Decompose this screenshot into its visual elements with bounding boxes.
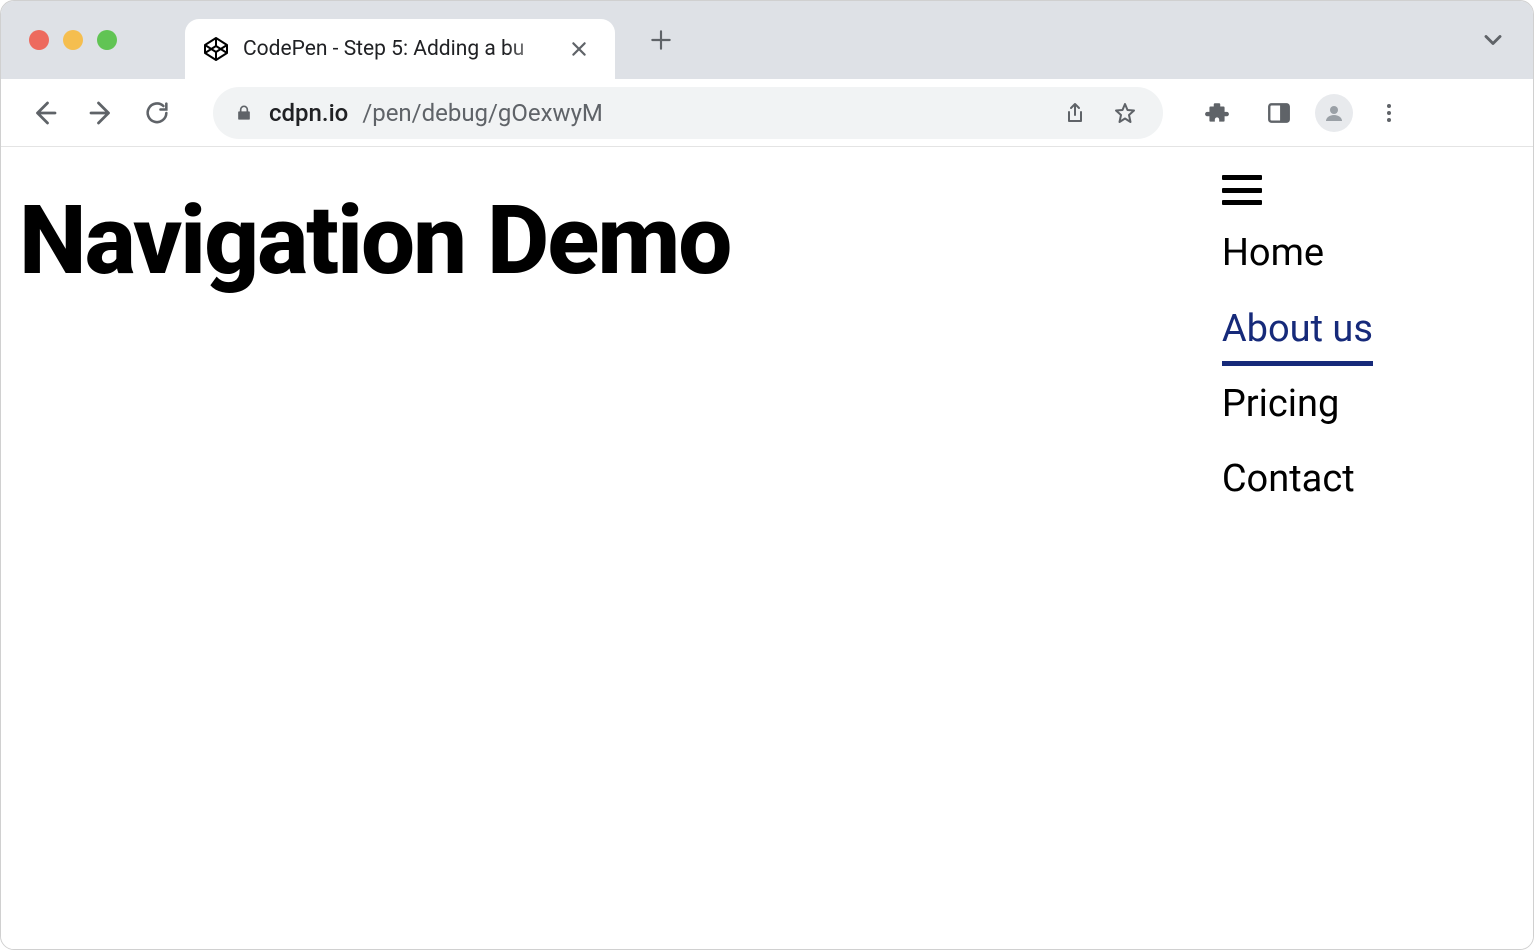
profile-avatar[interactable] [1315, 94, 1353, 132]
page-body: Navigation Demo Home About us Pricing [1, 147, 1533, 949]
window-minimize-button[interactable] [63, 30, 83, 50]
reload-button[interactable] [131, 87, 183, 139]
nav-item-label: Pricing [1222, 382, 1340, 426]
nav-item-pricing[interactable]: Pricing [1222, 366, 1373, 442]
tab-title: CodePen - Step 5: Adding a bu [243, 37, 553, 61]
tab-strip: CodePen - Step 5: Adding a bu [1, 1, 1533, 79]
url-path: /pen/debug/gOexwyM [362, 99, 603, 127]
nav-item-about-us[interactable]: About us [1222, 291, 1373, 366]
address-bar[interactable]: cdpn.io/pen/debug/gOexwyM [213, 87, 1163, 139]
side-panel-icon[interactable] [1253, 87, 1305, 139]
nav-item-contact[interactable]: Contact [1222, 441, 1373, 517]
codepen-icon [203, 36, 229, 62]
nav-list: Home About us Pricing Contact [1222, 215, 1373, 517]
browser-window: CodePen - Step 5: Adding a bu [0, 0, 1534, 950]
extensions-icon[interactable] [1191, 87, 1243, 139]
window-zoom-button[interactable] [97, 30, 117, 50]
forward-button[interactable] [75, 87, 127, 139]
lock-icon [233, 102, 255, 124]
window-controls [1, 1, 117, 79]
toolbar-right [1191, 87, 1415, 139]
browser-toolbar: cdpn.io/pen/debug/gOexwyM [1, 79, 1533, 147]
new-tab-button[interactable] [639, 18, 683, 62]
nav-item-home[interactable]: Home [1222, 215, 1373, 291]
nav-item-label: About us [1222, 307, 1373, 351]
tabs: CodePen - Step 5: Adding a bu [185, 1, 683, 79]
back-button[interactable] [19, 87, 71, 139]
site-navigation: Home About us Pricing Contact [1222, 175, 1373, 517]
tabs-dropdown-button[interactable] [1479, 26, 1507, 54]
nav-item-label: Home [1222, 231, 1324, 275]
nav-item-label: Contact [1222, 457, 1355, 501]
page-viewport: Navigation Demo Home About us Pricing [1, 147, 1533, 949]
window-close-button[interactable] [29, 30, 49, 50]
share-icon[interactable] [1057, 95, 1093, 131]
bookmark-icon[interactable] [1107, 95, 1143, 131]
browser-tab[interactable]: CodePen - Step 5: Adding a bu [185, 19, 615, 79]
tab-close-button[interactable] [567, 37, 591, 61]
url-host: cdpn.io [269, 99, 348, 127]
kebab-menu-icon[interactable] [1363, 87, 1415, 139]
hamburger-menu-icon[interactable] [1222, 175, 1262, 205]
